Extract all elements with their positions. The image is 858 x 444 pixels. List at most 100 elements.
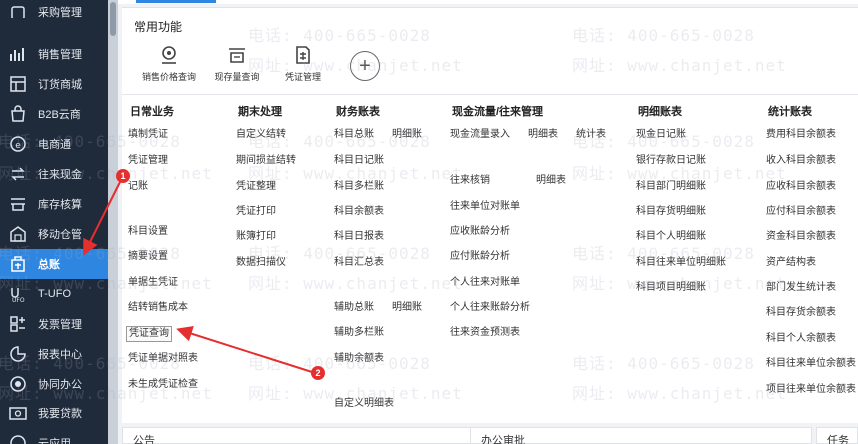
link-aux-general[interactable]: 辅助总账 xyxy=(334,301,374,315)
link-cashflow-entry[interactable]: 现金流量录入 xyxy=(450,128,510,142)
link-payable-balance[interactable]: 应付科目余额表 xyxy=(766,205,836,219)
link-project-detail[interactable]: 科目项目明细账 xyxy=(636,281,706,295)
link-receivable-balance[interactable]: 应收科目余额表 xyxy=(766,180,836,194)
link-aux-balance[interactable]: 辅助余额表 xyxy=(334,352,384,366)
cart-icon xyxy=(8,4,28,18)
sidebar-item-mobile-warehouse[interactable]: 移动仓管 xyxy=(0,219,108,249)
link-custom-carryover[interactable]: 自定义结转 xyxy=(236,128,286,142)
link-account-setup[interactable]: 科目设置 xyxy=(128,225,168,239)
link-dept-stat[interactable]: 部门发生统计表 xyxy=(766,281,836,295)
link-data-scanner[interactable]: 数据扫描仪 xyxy=(236,256,286,270)
link-custom-detail[interactable]: 自定义明细表 xyxy=(334,397,394,411)
link-voucher-bill-compare[interactable]: 凭证单据对照表 xyxy=(128,352,198,366)
link-cash-journal[interactable]: 现金日记账 xyxy=(636,128,686,142)
voucher-icon xyxy=(292,44,314,66)
link-fill-voucher[interactable]: 填制凭证 xyxy=(128,128,168,142)
link-carry-sales-cost[interactable]: 结转销售成本 xyxy=(128,301,188,315)
svg-text:e: e xyxy=(15,141,21,151)
link-multi-column[interactable]: 科目多栏账 xyxy=(334,180,384,194)
column-title-daily: 日常业务 xyxy=(130,106,174,118)
link-bill-to-voucher[interactable]: 单据生凭证 xyxy=(128,276,178,290)
sidebar-item-label: T-UFO xyxy=(38,288,71,300)
link-expense-balance[interactable]: 费用科目余额表 xyxy=(766,128,836,142)
sidebar-item-t-ufo[interactable]: UFO T-UFO xyxy=(0,279,108,309)
sidebar-item-sales[interactable]: 销售管理 xyxy=(0,39,108,69)
link-stock-detail[interactable]: 科目存货明细账 xyxy=(636,205,706,219)
b2b-bag-icon xyxy=(8,104,28,124)
sidebar-scrollbar[interactable] xyxy=(108,0,118,444)
link-dept-detail[interactable]: 科目部门明细账 xyxy=(636,180,706,194)
link-cashflow-detail[interactable]: 明细表 xyxy=(528,128,558,142)
link-aux-multi-column[interactable]: 辅助多栏账 xyxy=(334,326,384,340)
sidebar-item-label: 协同办公 xyxy=(38,379,82,391)
link-income-balance[interactable]: 收入科目余额表 xyxy=(766,154,836,168)
ledger-icon xyxy=(8,254,28,274)
link-asset-structure[interactable]: 资产结构表 xyxy=(766,256,816,270)
sidebar-item-purchase[interactable]: 采购管理 xyxy=(0,4,108,18)
sidebar-item-label: 订货商城 xyxy=(38,79,82,91)
link-pl-carryover[interactable]: 期间损益结转 xyxy=(236,154,296,168)
office-approval-card[interactable]: 办公审批 xyxy=(470,427,812,444)
sidebar-item-ecommerce[interactable]: e 电商通 xyxy=(0,129,108,159)
link-project-contact-balance[interactable]: 项目往来单位余额表 xyxy=(766,383,856,397)
sidebar-item-label: 发票管理 xyxy=(38,319,82,331)
quick-voucher-manage[interactable]: 凭证管理 xyxy=(268,44,338,83)
link-book-print[interactable]: 账簿打印 xyxy=(236,230,276,244)
quick-price-query[interactable]: 销售价格查询 xyxy=(134,44,204,83)
sidebar-item-collab[interactable]: 协同办公 xyxy=(0,369,108,399)
sales-chart-icon xyxy=(8,44,28,64)
sidebar-item-inventory[interactable]: 库存核算 xyxy=(0,189,108,219)
sidebar-item-ledger[interactable]: 总账 xyxy=(0,249,108,279)
link-contact-writeoff[interactable]: 往来核销 xyxy=(450,174,490,188)
link-stock-balance[interactable]: 科目存货余额表 xyxy=(766,306,836,320)
link-bank-journal[interactable]: 银行存款日记账 xyxy=(636,154,706,168)
link-aux-detail[interactable]: 明细账 xyxy=(392,301,422,315)
link-account-daily[interactable]: 科目日报表 xyxy=(334,230,384,244)
link-voucher-tidy[interactable]: 凭证整理 xyxy=(236,180,276,194)
link-account-journal[interactable]: 科目日记账 xyxy=(334,154,384,168)
notice-card[interactable]: 公告 xyxy=(122,427,474,444)
sidebar: 采购管理 销售管理 订货商城 B2B云商 e 电商通 往来现金 库存核算 移动仓… xyxy=(0,0,108,444)
link-contact-statement[interactable]: 往来单位对账单 xyxy=(450,200,520,214)
sidebar-item-invoice[interactable]: 发票管理 xyxy=(0,309,108,339)
link-cashflow-stat[interactable]: 统计表 xyxy=(576,128,606,142)
link-ungenerated-check[interactable]: 未生成凭证检查 xyxy=(128,378,198,392)
top-tab-bar xyxy=(118,0,858,4)
sidebar-item-store[interactable]: 订货商城 xyxy=(0,69,108,99)
sidebar-item-loan[interactable]: 我要贷款 xyxy=(0,398,108,428)
link-voucher-manage[interactable]: 凭证管理 xyxy=(128,154,168,168)
sidebar-item-label: 往来现金 xyxy=(38,169,82,181)
stock-query-icon xyxy=(226,44,248,66)
link-posting[interactable]: 记账 xyxy=(128,180,148,194)
link-summary-setup[interactable]: 摘要设置 xyxy=(128,250,168,264)
link-fund-forecast[interactable]: 往来资金预测表 xyxy=(450,326,520,340)
link-contact-balance[interactable]: 科目往来单位余额表 xyxy=(766,357,856,371)
sidebar-item-report[interactable]: 报表中心 xyxy=(0,339,108,369)
task-card[interactable]: 任务 xyxy=(816,427,858,444)
link-general-ledger[interactable]: 科目总账 xyxy=(334,128,374,142)
sidebar-scroll-thumb[interactable] xyxy=(110,2,116,36)
price-query-icon xyxy=(158,44,180,66)
link-personal-statement[interactable]: 个人往来对账单 xyxy=(450,276,520,290)
quick-stock-query[interactable]: 现存量查询 xyxy=(202,44,272,83)
link-account-balance[interactable]: 科目余额表 xyxy=(334,205,384,219)
link-personal-balance[interactable]: 科目个人余额表 xyxy=(766,332,836,346)
link-personal-detail[interactable]: 科目个人明细账 xyxy=(636,230,706,244)
link-fund-balance[interactable]: 资金科目余额表 xyxy=(766,230,836,244)
link-contact-detail[interactable]: 科目往来单位明细账 xyxy=(636,256,726,270)
link-detail-ledger[interactable]: 明细账 xyxy=(392,128,422,142)
sidebar-item-cash[interactable]: 往来现金 xyxy=(0,159,108,189)
add-common-function-button[interactable]: + xyxy=(350,51,380,81)
link-voucher-query[interactable]: 凭证查询 xyxy=(126,326,172,342)
link-writeoff-detail[interactable]: 明细表 xyxy=(536,174,566,188)
link-ar-aging[interactable]: 应收账龄分析 xyxy=(450,225,510,239)
sidebar-item-b2b[interactable]: B2B云商 xyxy=(0,99,108,129)
sidebar-item-cloud-app[interactable]: 云应用 xyxy=(0,428,108,444)
link-account-summary[interactable]: 科目汇总表 xyxy=(334,256,384,270)
sidebar-item-label: 总账 xyxy=(38,259,60,271)
link-ap-aging[interactable]: 应付账龄分析 xyxy=(450,250,510,264)
section-divider xyxy=(122,94,858,95)
function-panel: 常用功能 销售价格查询 现存量查询 凭证管理 + 日常业务 期末处理 财务账表 … xyxy=(122,7,858,423)
link-personal-aging[interactable]: 个人往来账龄分析 xyxy=(450,301,530,315)
link-voucher-print[interactable]: 凭证打印 xyxy=(236,205,276,219)
